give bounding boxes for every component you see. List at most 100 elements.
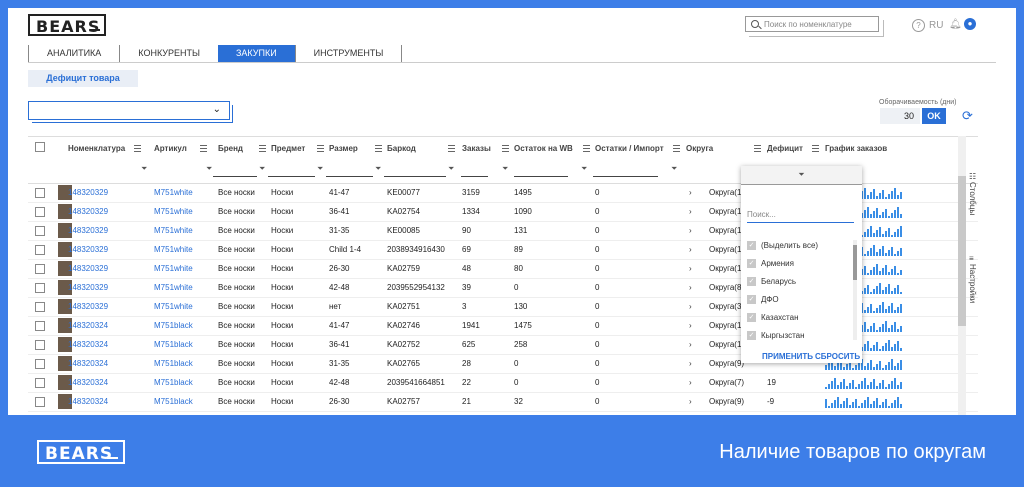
col-article[interactable]: Артикул [154,144,187,153]
option-armenia[interactable]: ✓ Армения [747,259,794,273]
menu-icon[interactable] [583,145,590,152]
menu-icon[interactable] [673,145,680,152]
row-checkbox[interactable] [35,264,45,274]
chevron-right-icon[interactable]: › [689,378,692,387]
chevron-right-icon[interactable]: › [689,397,692,406]
chevron-right-icon[interactable]: › [689,264,692,273]
tab-competitors[interactable]: КОНКУРЕНТЫ [119,45,218,62]
scrollbar-thumb[interactable] [958,176,966,326]
cell-nm[interactable]: 148320324 [68,378,108,387]
menu-icon[interactable] [317,145,324,152]
popup-search-input[interactable]: Поиск... [747,208,854,223]
option-kyrgyzstan[interactable]: ✓ Кыргызстан [747,331,805,345]
row-checkbox[interactable] [35,188,45,198]
cell-nm[interactable]: 148320329 [68,226,108,235]
col-size[interactable]: Размер [329,144,358,153]
apply-button[interactable]: ПРИМЕНИТЬ [762,352,813,361]
col-brand[interactable]: Бренд [218,144,243,153]
tab-tools[interactable]: ИНСТРУМЕНТЫ [294,45,403,62]
row-checkbox[interactable] [35,302,45,312]
deficit-button[interactable]: Дефицит товара [28,70,138,87]
cell-art[interactable]: M751black [154,397,193,406]
row-checkbox[interactable] [35,397,45,407]
cell-nm[interactable]: 148320329 [68,207,108,216]
cell-nm[interactable]: 148320324 [68,321,108,330]
cell-art[interactable]: M751white [154,188,193,197]
cell-art[interactable]: M751white [154,245,193,254]
row-checkbox[interactable] [35,340,45,350]
cell-nm[interactable]: 148320324 [68,397,108,406]
select-all-checkbox[interactable] [35,142,45,152]
col-deficit[interactable]: Дефицит [767,144,803,153]
cell-nm[interactable]: 148320329 [68,188,108,197]
option-dfo[interactable]: ✓ ДФО [747,295,779,309]
cell-art[interactable]: M751white [154,283,193,292]
bell-icon[interactable]: 🔔︎ [949,19,962,30]
settings-toggle[interactable]: Настройки [968,264,977,303]
menu-icon[interactable] [754,145,761,152]
menu-icon[interactable] [448,145,455,152]
reset-button[interactable]: СБРОСИТЬ [815,352,860,361]
table-row[interactable]: 148320324 M751black Все носки Носки 26-30 KA0… [28,392,978,412]
cell-nm[interactable]: 148320329 [68,302,108,311]
refresh-icon[interactable]: ⟳ [962,108,973,124]
row-checkbox[interactable] [35,245,45,255]
col-stock-import[interactable]: Остатки / Импорт [595,144,664,153]
filter-icon[interactable]: ⏷ [502,164,508,174]
filter-icon[interactable]: ⏷ [141,164,147,174]
chevron-right-icon[interactable]: › [689,283,692,292]
cell-art[interactable]: M751black [154,359,193,368]
col-okruga[interactable]: Округа [686,144,713,153]
cell-art[interactable]: M751black [154,340,193,349]
menu-icon[interactable] [134,145,141,152]
row-checkbox[interactable] [35,378,45,388]
col-orders[interactable]: Заказы [462,144,491,153]
chevron-right-icon[interactable]: › [689,245,692,254]
filter-icon[interactable]: ⏷ [741,166,862,185]
chevron-right-icon[interactable]: › [689,188,692,197]
cell-art[interactable]: M751black [154,378,193,387]
ok-button[interactable]: OK [922,108,946,124]
chevron-right-icon[interactable]: › [689,359,692,368]
row-checkbox[interactable] [35,359,45,369]
filter-icon[interactable]: ⏷ [259,164,265,174]
col-subject[interactable]: Предмет [271,144,305,153]
chevron-right-icon[interactable]: › [689,321,692,330]
cell-art[interactable]: M751white [154,207,193,216]
popup-scrollbar[interactable] [853,240,857,340]
settings-icon[interactable]: ≡ [969,254,974,263]
menu-icon[interactable] [812,145,819,152]
cell-art[interactable]: M751white [154,264,193,273]
filter-select[interactable]: ⌄ [28,101,230,120]
col-order-chart[interactable]: График заказов [825,144,887,153]
columns-icon[interactable]: ☷ [969,172,976,181]
cell-nm[interactable]: 148320329 [68,283,108,292]
cell-art[interactable]: M751black [154,321,193,330]
filter-icon[interactable]: ⏷ [317,164,323,174]
row-checkbox[interactable] [35,321,45,331]
filter-icon[interactable]: ⏷ [448,164,454,174]
table-row[interactable]: 148320324 M751black Все носки Носки 42-48 203… [28,373,978,393]
cell-nm[interactable]: 148320329 [68,245,108,254]
col-barcode[interactable]: Баркод [387,144,416,153]
menu-icon[interactable] [375,145,382,152]
columns-toggle[interactable]: Столбцы [968,182,977,215]
menu-icon[interactable] [200,145,207,152]
option-kazakhstan[interactable]: ✓ Казахстан [747,313,799,327]
chevron-right-icon[interactable]: › [689,207,692,216]
help-icon[interactable]: ? [912,19,925,32]
filter-icon[interactable]: ⏷ [581,164,587,174]
filter-icon[interactable]: ⏷ [671,164,677,174]
tab-purchases[interactable]: ЗАКУПКИ [217,45,295,62]
tab-analytics[interactable]: АНАЛИТИКА [28,45,119,62]
app-logo[interactable]: BEARS [28,14,106,36]
chevron-right-icon[interactable]: › [689,302,692,311]
col-stock-wb[interactable]: Остаток на WB [514,144,573,153]
account-icon[interactable]: ● [964,18,976,30]
chevron-right-icon[interactable]: › [689,226,692,235]
filter-icon[interactable]: ⏷ [206,164,212,174]
search-input[interactable]: Поиск по номенклатуре [745,16,879,32]
language-switch[interactable]: RU [929,20,943,31]
cell-nm[interactable]: 148320324 [68,340,108,349]
option-belarus[interactable]: ✓ Беларусь [747,277,796,291]
